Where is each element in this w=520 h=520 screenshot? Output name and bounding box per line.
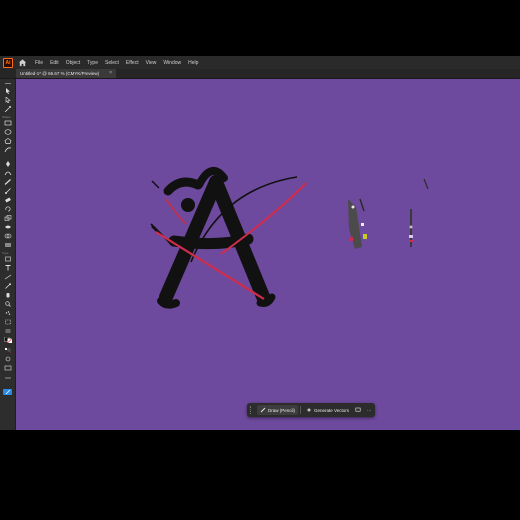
menu-bar: Ai File Edit Object Type Select Effect V… (0, 56, 520, 69)
document-tab[interactable]: Untitled-1* @ 66.67 % (CMYK/Preview) × (16, 69, 117, 78)
artboard-tool-icon[interactable] (3, 256, 12, 262)
task-bar-grip[interactable] (250, 406, 254, 414)
letter-a-top-hook (163, 177, 203, 196)
scale-tool-icon[interactable] (3, 215, 12, 221)
fill-stroke-swatches[interactable] (3, 337, 12, 343)
symbol-sprayer-tool-icon[interactable] (3, 310, 12, 316)
artwork (150, 167, 429, 309)
rectangle-tool-icon[interactable] (3, 120, 12, 126)
selection-tool-icon[interactable] (3, 88, 12, 94)
draw-pencil-label: Draw (Pencil) (268, 407, 296, 413)
blend-tool-icon[interactable] (3, 328, 12, 334)
thin-small-stroke-left (151, 180, 160, 189)
more-options-button[interactable]: ··· (364, 406, 375, 415)
contextual-task-bar-toggle-icon[interactable] (3, 389, 12, 395)
more-options-label: ··· (367, 407, 372, 413)
menu-object[interactable]: Object (66, 60, 80, 66)
screen-mode-icon[interactable] (3, 365, 12, 371)
menu-window[interactable]: Window (163, 60, 181, 66)
close-tab-icon[interactable]: × (109, 69, 112, 78)
line-segment-tool-icon[interactable] (3, 274, 12, 280)
artboard-canvas[interactable]: Draw (Pencil) Generate Vectors ··· (16, 79, 520, 430)
contextual-task-bar: Draw (Pencil) Generate Vectors ··· (247, 403, 375, 417)
ellipse-tool-icon[interactable] (3, 129, 12, 135)
drawing-mode-icon[interactable] (3, 356, 12, 362)
home-icon[interactable] (18, 58, 27, 67)
menu-help[interactable]: Help (188, 60, 198, 66)
stroke-blob (181, 198, 195, 212)
menu-select[interactable]: Select (105, 60, 119, 66)
app-logo: Ai (3, 57, 13, 68)
shaper-tool-icon[interactable] (3, 147, 12, 153)
hand-tool-icon[interactable] (3, 292, 12, 298)
paintbrush-tool-icon[interactable] (3, 188, 12, 194)
draw-pencil-button[interactable]: Draw (Pencil) (257, 405, 299, 415)
task-bar-divider (300, 406, 302, 414)
polygon-tool-icon[interactable] (3, 138, 12, 144)
menu-items: File Edit Object Type Select Effect View… (35, 60, 205, 66)
pen-tool-icon[interactable] (3, 161, 12, 167)
generate-vectors-button[interactable]: Generate Vectors (303, 405, 352, 415)
options-icon (355, 407, 361, 412)
pencil-icon (260, 407, 266, 413)
document-tab-bar: Untitled-1* @ 66.67 % (CMYK/Preview) × (0, 69, 520, 79)
menu-edit[interactable]: Edit (50, 60, 59, 66)
magic-wand-tool-icon[interactable] (3, 106, 12, 112)
menu-type[interactable]: Type (87, 60, 98, 66)
menu-effect[interactable]: Effect (126, 60, 139, 66)
pencil-tool-icon[interactable] (3, 179, 12, 185)
type-tool-icon[interactable] (3, 265, 12, 271)
eraser-tool-icon[interactable] (3, 197, 12, 203)
generate-options-button[interactable] (352, 405, 364, 415)
eyedropper-tool-icon[interactable] (3, 283, 12, 289)
generate-vectors-label: Generate Vectors (314, 407, 350, 413)
document-tab-title: Untitled-1* @ 66.67 % (CMYK/Preview) (20, 71, 100, 76)
toolbar-section-shape: Shape (2, 115, 11, 119)
swap-fill-stroke-icon[interactable] (3, 347, 12, 353)
slice-tool-icon[interactable] (3, 319, 12, 325)
tools-panel: Shape Type (0, 79, 16, 430)
more-tools-icon[interactable] (3, 375, 12, 381)
rotate-tool-icon[interactable] (3, 206, 12, 212)
illustrator-window: Ai File Edit Object Type Select Effect V… (0, 56, 520, 430)
letter-a-foot-left (157, 297, 180, 309)
gradient-tool-icon[interactable] (3, 242, 12, 248)
curvature-tool-icon[interactable] (3, 170, 12, 176)
zoom-tool-icon[interactable] (3, 301, 12, 307)
shape-builder-tool-icon[interactable] (3, 233, 12, 239)
width-tool-icon[interactable] (3, 224, 12, 230)
menu-file[interactable]: File (35, 60, 43, 66)
grey-strip-shape (348, 199, 362, 249)
direct-selection-tool-icon[interactable] (3, 97, 12, 103)
menu-view[interactable]: View (146, 60, 157, 66)
sparkle-icon (306, 407, 312, 413)
toolbar-section-type: Type (2, 251, 9, 255)
tool-panel-grip-icon[interactable] (3, 81, 12, 87)
right-vertical-marks (409, 178, 429, 247)
